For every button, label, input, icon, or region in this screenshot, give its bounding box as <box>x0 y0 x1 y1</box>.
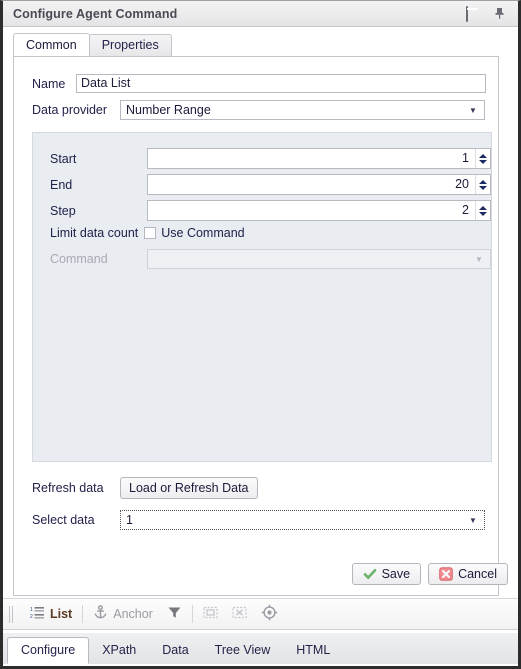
number-range-group: Start 1 End 20 Step 2 Limit data count U… <box>32 132 492 462</box>
spin-down-icon[interactable] <box>479 211 487 216</box>
select-box-icon <box>203 605 218 623</box>
deselect-box-icon <box>232 605 247 623</box>
cancel-button[interactable]: Cancel <box>428 563 508 585</box>
toolbar-select-box-button[interactable] <box>196 602 225 626</box>
end-row: End 20 <box>50 174 491 195</box>
step-value: 2 <box>462 203 469 217</box>
step-row: Step 2 <box>50 200 491 221</box>
chevron-down-icon: ▼ <box>469 105 477 115</box>
check-icon <box>363 567 377 581</box>
chevron-down-icon: ▼ <box>475 254 483 264</box>
name-row: Name Data List <box>32 74 486 93</box>
toolbar-separator <box>191 605 193 623</box>
data-provider-value: Number Range <box>126 103 211 117</box>
close-icon <box>439 567 453 581</box>
refresh-data-row: Refresh data Load or Refresh Data <box>32 477 258 499</box>
start-stepper[interactable]: 1 <box>147 148 491 169</box>
anchor-icon <box>93 605 108 623</box>
title-bar-buttons <box>466 6 518 22</box>
bottom-tab-strip: Configure XPath Data Tree View HTML <box>3 633 518 664</box>
dialog-footer: Save Cancel <box>351 563 508 585</box>
data-provider-row: Data provider Number Range ▼ <box>32 100 485 120</box>
cancel-label: Cancel <box>458 567 497 581</box>
tab-common[interactable]: Common <box>13 33 90 56</box>
svg-text:2: 2 <box>30 614 33 620</box>
use-command-label: Use Command <box>161 226 245 240</box>
end-stepper[interactable]: 20 <box>147 174 491 195</box>
chevron-down-icon: ▼ <box>469 515 477 525</box>
list-icon: 1 2 <box>30 605 45 623</box>
spin-up-icon[interactable] <box>479 205 487 210</box>
select-data-select[interactable]: 1 ▼ <box>120 510 485 530</box>
step-stepper[interactable]: 2 <box>147 200 491 221</box>
end-value: 20 <box>455 177 469 191</box>
bottom-tab-html[interactable]: HTML <box>283 638 343 664</box>
toolbar-anchor-button[interactable]: Anchor <box>86 602 160 626</box>
limit-data-count-row: Limit data count Use Command <box>50 226 245 240</box>
filter-icon <box>167 605 182 623</box>
title-bar: Configure Agent Command <box>3 1 518 27</box>
start-row: Start 1 <box>50 148 491 169</box>
dialog-window: Configure Agent Command Common Propertie… <box>0 0 521 669</box>
command-row: Command ▼ <box>50 249 491 269</box>
command-select: ▼ <box>147 249 491 269</box>
step-label: Step <box>50 203 76 218</box>
use-command-checkbox[interactable] <box>144 227 157 239</box>
toolbar-filter-button[interactable] <box>160 602 189 626</box>
bottom-tab-xpath[interactable]: XPath <box>89 638 149 664</box>
name-input[interactable]: Data List <box>76 74 486 93</box>
spin-up-icon[interactable] <box>479 179 487 184</box>
restore-icon[interactable] <box>466 6 479 22</box>
select-data-value: 1 <box>126 513 133 527</box>
start-value: 1 <box>462 151 469 165</box>
data-provider-label: Data provider <box>32 103 108 117</box>
select-data-row: Select data 1 ▼ <box>32 510 485 530</box>
save-label: Save <box>381 567 411 581</box>
target-icon <box>261 604 278 624</box>
data-provider-select[interactable]: Number Range ▼ <box>120 100 485 120</box>
refresh-data-label: Refresh data <box>32 481 104 495</box>
bottom-tab-tree-view[interactable]: Tree View <box>202 638 284 664</box>
start-label: Start <box>50 151 77 166</box>
toolbar-list-label: List <box>50 607 73 621</box>
limit-data-count-label: Limit data count <box>50 226 139 240</box>
end-label: End <box>50 177 73 192</box>
start-spin-buttons[interactable] <box>475 149 490 168</box>
bottom-toolbar: 1 2 List Anchor <box>3 598 518 630</box>
spin-down-icon[interactable] <box>479 185 487 190</box>
top-tab-strip: Common Properties <box>13 33 499 56</box>
spin-down-icon[interactable] <box>479 159 487 164</box>
command-label: Command <box>50 252 108 266</box>
pin-icon[interactable] <box>493 7 506 20</box>
spin-up-icon[interactable] <box>479 153 487 158</box>
bottom-tab-configure[interactable]: Configure <box>7 637 90 664</box>
save-button[interactable]: Save <box>351 563 422 585</box>
svg-text:1: 1 <box>30 607 33 613</box>
common-tab-panel: Name Data List Data provider Number Rang… <box>13 56 499 596</box>
toolbar-anchor-label: Anchor <box>113 607 153 621</box>
toolbar-deselect-box-button[interactable] <box>225 602 254 626</box>
window-title: Configure Agent Command <box>13 6 178 21</box>
load-or-refresh-data-button[interactable]: Load or Refresh Data <box>120 477 258 499</box>
end-spin-buttons[interactable] <box>475 175 490 194</box>
toolbar-target-button[interactable] <box>254 602 285 626</box>
toolbar-separator <box>82 605 84 623</box>
bottom-tab-data[interactable]: Data <box>149 638 201 664</box>
name-label: Name <box>32 76 66 91</box>
toolbar-list-button[interactable]: 1 2 List <box>23 602 79 626</box>
toolbar-grip[interactable] <box>9 605 15 623</box>
tab-properties[interactable]: Properties <box>88 34 172 56</box>
step-spin-buttons[interactable] <box>475 201 490 220</box>
select-data-label: Select data <box>32 513 95 527</box>
